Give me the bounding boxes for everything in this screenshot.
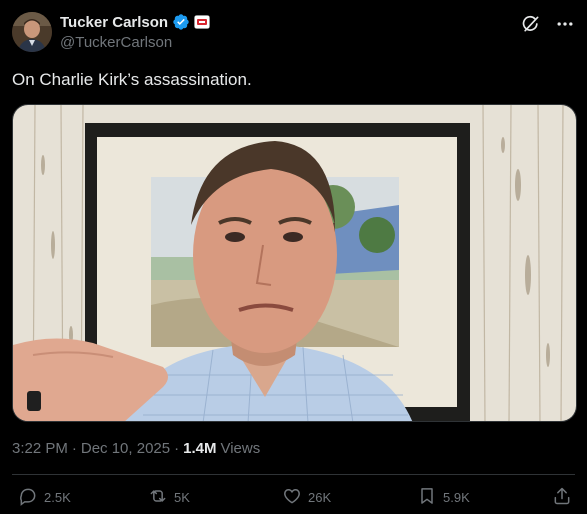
post-header: Tucker Carlson @TuckerCarlson: [12, 12, 575, 56]
reply-button[interactable]: 2.5K: [18, 486, 71, 509]
divider: [12, 474, 575, 475]
action-bar: 2.5K 5K 26K 5.9K: [12, 486, 575, 512]
post-video[interactable]: [12, 104, 577, 422]
share-icon: [552, 486, 572, 509]
post-date[interactable]: Dec 10, 2025: [81, 440, 170, 457]
reply-icon: [18, 486, 38, 509]
post-meta: 3:22 PM · Dec 10, 2025 · 1.4M Views: [12, 440, 260, 457]
grok-icon[interactable]: [521, 14, 541, 39]
meta-separator: ·: [71, 440, 77, 457]
repost-count: 5K: [174, 490, 190, 505]
repost-button[interactable]: 5K: [148, 486, 190, 509]
bookmark-icon: [417, 486, 437, 509]
like-count: 26K: [308, 490, 332, 505]
bookmark-button[interactable]: 5.9K: [417, 486, 470, 509]
post-text: On Charlie Kirk’s assassination.: [12, 70, 252, 89]
share-button[interactable]: [552, 486, 572, 509]
more-icon[interactable]: [555, 14, 575, 39]
display-name[interactable]: Tucker Carlson: [60, 14, 168, 31]
reply-count: 2.5K: [44, 490, 71, 505]
views-count: 1.4M: [183, 440, 217, 457]
repost-icon: [148, 486, 168, 509]
like-icon: [282, 486, 302, 509]
verified-badge-icon[interactable]: [172, 13, 190, 31]
views-label: Views: [220, 440, 261, 457]
bookmark-count: 5.9K: [443, 490, 470, 505]
like-button[interactable]: 26K: [282, 486, 331, 509]
handle[interactable]: @TuckerCarlson: [60, 34, 172, 51]
meta-separator: ·: [174, 440, 180, 457]
post-time[interactable]: 3:22 PM: [12, 440, 68, 457]
avatar[interactable]: [12, 12, 52, 52]
affiliate-flag-icon[interactable]: [194, 15, 210, 29]
